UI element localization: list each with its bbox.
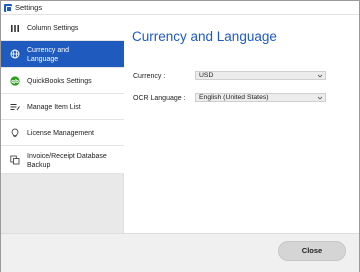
close-button[interactable]: Close	[278, 241, 346, 261]
settings-sidebar: Column Settings Currency and Language qb…	[1, 15, 124, 233]
column-bars-icon	[11, 25, 19, 32]
sidebar-item-label: QuickBooks Settings	[27, 78, 92, 85]
currency-value: USD	[199, 72, 214, 79]
sidebar-item-database-backup[interactable]: Invoice/Receipt Database Backup	[1, 146, 124, 174]
window-title: Settings	[15, 3, 43, 12]
sidebar-item-label: Column Settings	[27, 25, 79, 32]
lightbulb-icon	[11, 128, 19, 138]
sidebar-item-quickbooks-settings[interactable]: qb QuickBooks Settings	[1, 68, 124, 94]
sidebar-item-currency-language[interactable]: Currency and Language	[1, 41, 124, 68]
sidebar-item-manage-item-list[interactable]: Manage Item List	[1, 94, 124, 120]
sidebar-item-label: Invoice/Receipt Database Backup	[27, 153, 107, 169]
settings-window: Settings Column Settings Currency and La…	[0, 0, 360, 272]
globe-icon	[10, 49, 20, 59]
dialog-footer: Close	[1, 233, 359, 272]
title-bar: Settings	[1, 1, 359, 15]
ocr-language-value: English (United States)	[199, 94, 269, 101]
sidebar-item-label: Manage Item List	[27, 104, 81, 111]
svg-text:qb: qb	[11, 79, 19, 85]
settings-content: Currency and Language Currency : USD OCR…	[125, 15, 359, 233]
list-edit-icon	[10, 104, 20, 111]
database-backup-icon	[10, 155, 20, 165]
chevron-down-icon	[317, 74, 323, 78]
ocr-language-label: OCR Language :	[133, 95, 186, 102]
quickbooks-icon: qb	[10, 76, 20, 86]
app-icon	[4, 4, 12, 12]
currency-select[interactable]: USD	[195, 71, 326, 80]
sidebar-item-license-management[interactable]: License Management	[1, 120, 124, 146]
page-title: Currency and Language	[132, 29, 277, 44]
chevron-down-icon	[317, 96, 323, 100]
sidebar-item-column-settings[interactable]: Column Settings	[1, 15, 124, 41]
ocr-language-select[interactable]: English (United States)	[195, 93, 326, 102]
sidebar-item-label: Currency and Language	[27, 47, 70, 63]
sidebar-item-label: License Management	[27, 130, 94, 137]
currency-label: Currency :	[133, 73, 166, 80]
